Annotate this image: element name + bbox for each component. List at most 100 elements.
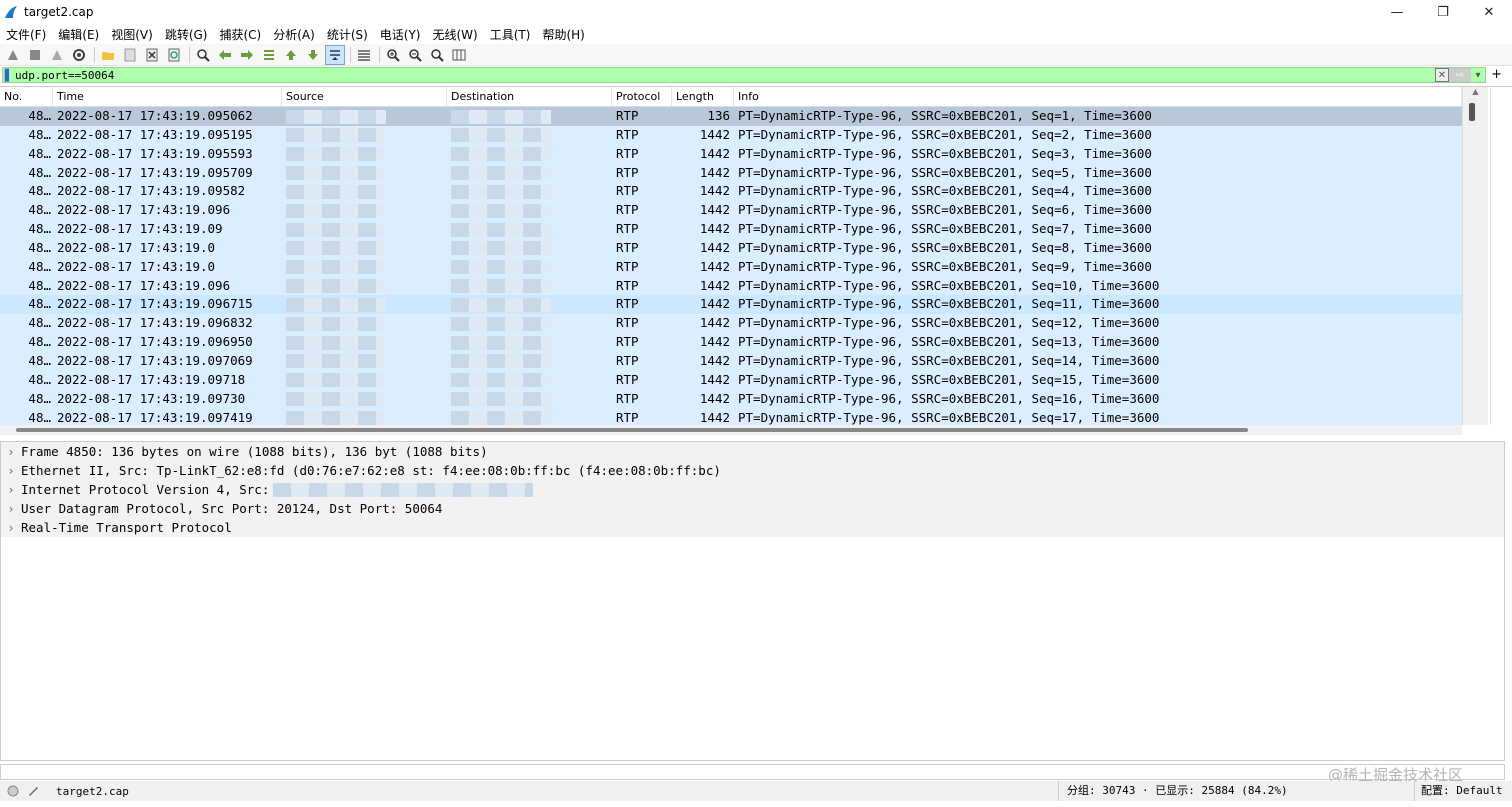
minimize-button[interactable]: —	[1374, 0, 1420, 24]
packet-length-cell: 1442	[699, 164, 730, 180]
packet-length-cell: 1442	[699, 183, 730, 199]
status-profile[interactable]: 配置: Default	[1414, 781, 1503, 801]
apply-filter-icon[interactable]: ⇨	[1449, 68, 1471, 82]
menu-wireless[interactable]: 无线(W)	[427, 26, 484, 43]
go-forward-icon[interactable]	[237, 45, 257, 65]
packet-no-cell: 48…	[28, 239, 51, 255]
packet-time-cell: 2022-08-17 17:43:19.0	[57, 258, 216, 274]
clear-filter-icon[interactable]: ✕	[1435, 68, 1449, 82]
column-header-destination[interactable]: Destination	[447, 87, 612, 106]
packet-row[interactable]: 48… 2022-08-17 17:43:19.095593 RTP 1442 PT=D…	[0, 144, 1462, 164]
restore-button[interactable]: ❐	[1420, 0, 1466, 24]
packet-time-cell: 2022-08-17 17:43:19.09	[57, 221, 223, 237]
packet-row[interactable]: 48… 2022-08-17 17:43:19.096832 RTP 1442 PT=D…	[0, 314, 1462, 334]
packet-row[interactable]: 48… 2022-08-17 17:43:19.0 RTP 1442 PT=Dynami…	[0, 238, 1462, 258]
packet-minimap[interactable]	[1490, 87, 1502, 425]
detail-row-frame[interactable]: › Frame 4850: 136 bytes on wire (1088 bit…	[1, 442, 1504, 461]
packet-row[interactable]: 48… 2022-08-17 17:43:19.096950 RTP 1442 PT=D…	[0, 333, 1462, 352]
autoscroll-icon[interactable]	[325, 44, 345, 65]
expand-chevron-icon[interactable]: ›	[1, 521, 21, 535]
menu-telephony[interactable]: 电话(Y)	[374, 26, 427, 43]
status-packet-stats: 分组: 30743 · 已显示: 25884 (84.2%)	[1058, 781, 1288, 801]
packet-row[interactable]: 48… 2022-08-17 17:43:19.095195 RTP 1442 PT=D…	[0, 125, 1462, 145]
expand-chevron-icon[interactable]: ›	[1, 502, 21, 516]
colorize-icon[interactable]	[354, 45, 374, 65]
column-header-no[interactable]: No.	[0, 87, 53, 106]
packet-row[interactable]: 48… 2022-08-17 17:43:19.09 RTP 1442 PT=Dynam…	[0, 220, 1462, 239]
horizontal-scroll-thumb[interactable]	[16, 428, 1248, 432]
display-filter-input[interactable]	[15, 68, 1435, 82]
save-file-icon[interactable]	[120, 45, 140, 65]
expert-info-icon[interactable]	[6, 784, 20, 798]
packet-row[interactable]: 48… 2022-08-17 17:43:19.09582 RTP 1442 PT=Dy…	[0, 182, 1462, 202]
vertical-scroll-thumb[interactable]	[1469, 103, 1475, 121]
packet-row[interactable]: 48… 2022-08-17 17:43:19.097069 RTP 1442 PT=D…	[0, 351, 1462, 371]
packet-row[interactable]: 48… 2022-08-17 17:43:19.096 RTP 1442 PT=Dyna…	[0, 201, 1462, 221]
zoom-out-icon[interactable]	[405, 45, 425, 65]
packet-list-vertical-scrollbar[interactable]: ▲	[1462, 87, 1488, 425]
go-back-icon[interactable]	[215, 45, 235, 65]
packet-row[interactable]: 48… 2022-08-17 17:43:19.095709 RTP 1442 PT=D…	[0, 163, 1462, 183]
expand-chevron-icon[interactable]: ›	[1, 464, 21, 478]
packet-bytes-pane[interactable]	[0, 764, 1505, 780]
zoom-in-icon[interactable]	[383, 45, 403, 65]
add-filter-button[interactable]: +	[1491, 67, 1502, 82]
detail-row-rtp[interactable]: › Real-Time Transport Protocol	[1, 518, 1504, 537]
find-packet-icon[interactable]	[193, 45, 213, 65]
packet-row[interactable]: 48… 2022-08-17 17:43:19.0 RTP 1442 PT=Dynami…	[0, 257, 1462, 277]
menu-go[interactable]: 跳转(G)	[159, 26, 214, 43]
packet-row[interactable]: 48… 2022-08-17 17:43:19.096 RTP 1442 PT=Dyna…	[0, 276, 1462, 296]
bookmark-icon[interactable]: ▌	[3, 68, 15, 82]
go-to-packet-icon[interactable]	[259, 45, 279, 65]
redacted-block	[286, 222, 386, 237]
column-header-time[interactable]: Time	[53, 87, 282, 106]
menu-view[interactable]: 视图(V)	[105, 26, 159, 43]
detail-row-ipv4[interactable]: › Internet Protocol Version 4, Src:	[1, 480, 1504, 499]
expand-chevron-icon[interactable]: ›	[1, 483, 21, 497]
packet-list-horizontal-scrollbar[interactable]	[0, 425, 1462, 435]
packet-row[interactable]: 48… 2022-08-17 17:43:19.09730 RTP 1442 PT=Dy…	[0, 389, 1462, 409]
menu-statistics[interactable]: 统计(S)	[321, 26, 374, 43]
menu-analyze[interactable]: 分析(A)	[267, 26, 321, 43]
menu-capture[interactable]: 捕获(C)	[213, 26, 267, 43]
column-header-protocol[interactable]: Protocol	[612, 87, 672, 106]
column-header-source[interactable]: Source	[282, 87, 447, 106]
zoom-normal-icon[interactable]	[427, 45, 447, 65]
scroll-up-icon[interactable]: ▲	[1463, 87, 1488, 99]
packet-protocol-cell: RTP	[616, 315, 639, 331]
packet-row[interactable]: 48… 2022-08-17 17:43:19.09718 RTP 1442 PT=Dy…	[0, 370, 1462, 390]
menu-tools[interactable]: 工具(T)	[484, 26, 537, 43]
packet-info-cell: PT=DynamicRTP-Type-96, SSRC=0xBEBC201, S…	[738, 239, 1152, 255]
column-header-length[interactable]: Length	[672, 87, 734, 106]
packet-row[interactable]: 48… 2022-08-17 17:43:19.096715 RTP 1442 PT=D…	[0, 295, 1462, 315]
packet-row[interactable]: 48… 2022-08-17 17:43:19.097419 RTP 1442 PT=D…	[0, 408, 1462, 425]
stop-capture-icon[interactable]	[25, 45, 45, 65]
menu-file[interactable]: 文件(F)	[0, 26, 52, 43]
expand-chevron-icon[interactable]: ›	[1, 445, 21, 459]
packet-protocol-cell: RTP	[616, 296, 639, 312]
filter-history-dropdown-icon[interactable]: ▾	[1471, 68, 1485, 82]
reload-file-icon[interactable]	[164, 45, 184, 65]
column-header-info[interactable]: Info	[734, 87, 1462, 106]
go-first-icon[interactable]	[281, 45, 301, 65]
packet-no-cell: 48…	[28, 277, 51, 293]
packet-destination-cell	[447, 258, 612, 277]
resize-columns-icon[interactable]	[449, 45, 469, 65]
packet-source-cell	[282, 201, 447, 220]
restart-capture-icon[interactable]	[47, 45, 67, 65]
packet-length-cell: 1442	[699, 371, 730, 387]
go-last-icon[interactable]	[303, 45, 323, 65]
packet-info-cell: PT=DynamicRTP-Type-96, SSRC=0xBEBC201, S…	[738, 108, 1152, 123]
wireshark-fin-icon	[5, 6, 17, 18]
capture-comment-icon[interactable]	[26, 784, 40, 798]
start-capture-icon[interactable]	[3, 45, 23, 65]
menu-edit[interactable]: 编辑(E)	[52, 26, 105, 43]
close-file-icon[interactable]	[142, 45, 162, 65]
open-file-icon[interactable]	[98, 45, 118, 65]
menu-help[interactable]: 帮助(H)	[536, 26, 590, 43]
close-button[interactable]: ✕	[1466, 0, 1512, 24]
detail-row-ethernet[interactable]: › Ethernet II, Src: Tp-LinkT_62:e8:fd (d0…	[1, 461, 1504, 480]
detail-row-udp[interactable]: › User Datagram Protocol, Src Port: 20124…	[1, 499, 1504, 518]
packet-row[interactable]: 48… 2022-08-17 17:43:19.095062 RTP 136 PT=Dy…	[0, 107, 1462, 126]
capture-options-icon[interactable]	[69, 45, 89, 65]
